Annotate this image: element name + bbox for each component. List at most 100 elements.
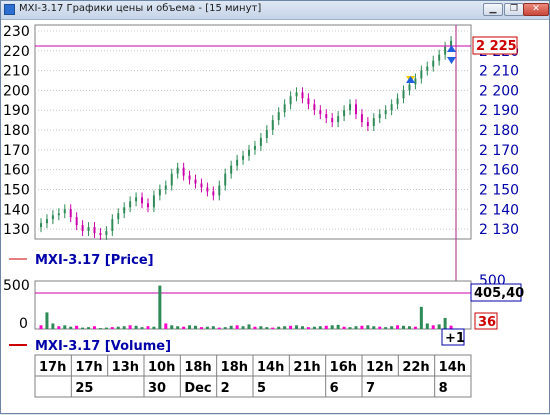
volume-bar [318, 326, 322, 329]
volume-bar [87, 327, 91, 329]
price-right-tick: 2 190 [479, 103, 519, 119]
candle-body [337, 116, 340, 123]
volume-bar [122, 326, 126, 329]
price-left-tick: 230 [3, 24, 30, 40]
candle-body [117, 213, 120, 220]
volume-bar [253, 326, 257, 329]
volume-bar [235, 325, 239, 329]
hour-label: 13h [112, 360, 139, 375]
volume-bar [378, 326, 382, 329]
hour-label: 22h [402, 360, 429, 375]
candle-body [152, 195, 155, 208]
candle-body [146, 203, 149, 208]
candle-body [248, 149, 250, 156]
candle-body [164, 185, 167, 190]
candle-body [194, 179, 197, 184]
minimize-button[interactable]: ▁ [483, 3, 503, 16]
candle-body [271, 120, 274, 131]
candle-body [75, 217, 78, 226]
volume-bar [176, 326, 180, 329]
candle-body [408, 84, 411, 91]
day-label: 5 [257, 381, 266, 396]
volume-bar [413, 326, 417, 329]
volume-bar [170, 325, 174, 329]
volume-bar [188, 325, 192, 329]
volume-plot-area[interactable] [34, 280, 472, 330]
volume-bar [81, 327, 85, 329]
day-label: 30 [148, 381, 166, 396]
candle-body [360, 114, 363, 123]
candle-body [349, 104, 352, 111]
candle-body [99, 233, 102, 236]
volume-bar [110, 327, 114, 329]
close-button[interactable]: ✕ [523, 3, 549, 16]
candle-body [176, 167, 179, 174]
candle-body [289, 96, 292, 105]
hour-label: 17h [75, 360, 102, 375]
volume-bar [402, 325, 406, 329]
candle-body [354, 104, 357, 115]
candle-body [253, 145, 256, 150]
price-left-tick: 180 [3, 123, 30, 139]
candle-body [283, 104, 286, 113]
volume-bar [366, 325, 370, 329]
candle-body [426, 66, 429, 71]
price-right-tick: 2 180 [479, 123, 519, 139]
candle-body [331, 118, 334, 123]
candle-body [158, 189, 161, 196]
volume-bar [199, 327, 203, 329]
close-icon: ✕ [532, 4, 540, 14]
price-left-tick: 200 [3, 83, 30, 99]
volume-bar [354, 326, 358, 329]
minimize-icon: ▁ [489, 4, 497, 14]
volume-bar [211, 326, 215, 329]
volume-bar [51, 323, 55, 329]
last-volume-value: 36 [478, 315, 496, 330]
volume-bar [396, 325, 400, 329]
volume-bar [39, 325, 43, 329]
hour-label: 21h [293, 360, 320, 375]
price-left-tick: 210 [3, 64, 30, 80]
candle-body [325, 114, 328, 119]
candle-body [414, 78, 417, 85]
candle-body [343, 110, 346, 117]
price-volume-chart[interactable]: 230 220 210 200 190 180 170 160 150 140 130 2 220 2… [1, 19, 549, 415]
volume-bar [390, 326, 394, 329]
price-left-tick: 130 [3, 222, 30, 238]
volume-bar [45, 312, 49, 329]
hour-label: 16h [330, 360, 357, 375]
candle-body [378, 114, 381, 119]
volume-bar [295, 325, 299, 329]
price-right-tick: 2 160 [479, 163, 519, 179]
volume-legend: MXI-3.17 [Volume] [35, 339, 171, 354]
restore-button[interactable]: ❐ [504, 3, 524, 16]
hour-label: 18h [184, 360, 211, 375]
price-left-tick: 140 [3, 202, 30, 218]
price-plot-area[interactable] [34, 24, 472, 240]
title-bar[interactable]: MXI-3.17 Графики цены и объема - [15 мин… [1, 1, 549, 20]
price-left-tick: 160 [3, 163, 30, 179]
candle-body [396, 98, 399, 105]
candle-body [206, 187, 209, 192]
volume-bar [289, 325, 293, 329]
volume-bar [372, 326, 376, 329]
candle-body [224, 173, 227, 186]
day-label: 2 [221, 381, 230, 396]
volume-bar [69, 326, 73, 329]
volume-bar [241, 326, 245, 329]
restore-icon: ❐ [509, 4, 519, 14]
hour-label: 14h [257, 360, 284, 375]
volume-bar [419, 306, 423, 329]
volume-bar [194, 325, 198, 329]
candle-body [141, 197, 144, 204]
price-right-tick: 2 140 [479, 202, 519, 218]
volume-bar [140, 327, 144, 329]
volume-bar [164, 323, 168, 329]
price-left-tick: 190 [3, 103, 30, 119]
volume-bar [384, 327, 388, 329]
candle-body [69, 209, 72, 218]
candle-body [307, 98, 310, 105]
volume-bar [158, 285, 162, 329]
candle-body [170, 173, 173, 186]
candle-body [390, 104, 393, 111]
